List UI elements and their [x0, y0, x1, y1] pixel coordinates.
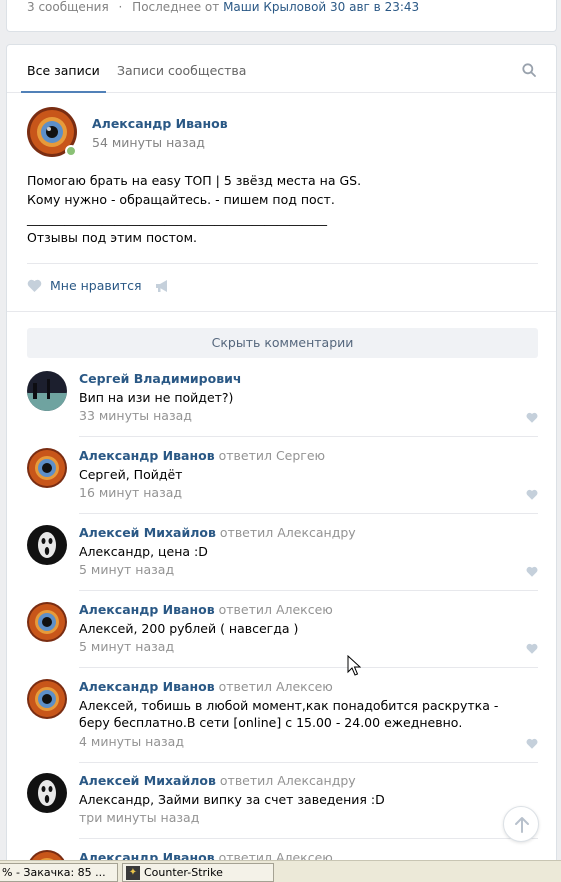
post-author-link[interactable]: Александр Иванов	[92, 116, 228, 131]
heart-icon[interactable]	[526, 489, 538, 500]
comment-header: Сергей Владимирович	[79, 371, 241, 386]
comment-text: Александр, Займи випку за счет заведения…	[79, 792, 385, 807]
comment-text: Алексей, тобишь в любой момент,как понад…	[79, 698, 499, 730]
wall-block: Все записи Записи сообщества Александр И…	[6, 44, 557, 874]
comment-avatar[interactable]	[27, 773, 67, 813]
reply-to-label[interactable]: ответил Сергею	[219, 448, 326, 463]
comment-author-link[interactable]: Сергей Владимирович	[79, 371, 241, 386]
comment-divider	[79, 590, 538, 591]
comment-divider	[79, 667, 538, 668]
comment-author-link[interactable]: Александр Иванов	[79, 679, 215, 694]
comment-author-link[interactable]: Александр Иванов	[79, 602, 215, 617]
comment-timestamp[interactable]: 5 минут назад	[79, 639, 174, 654]
comment-item: Александр Иванов ответил Алексею Алексей…	[27, 679, 538, 763]
comment-timestamp[interactable]: 5 минут назад	[79, 562, 174, 577]
comment-header: Алексей Михайлов ответил Александру	[79, 773, 356, 788]
comment-text: Алексей, 200 рублей ( навсегда )	[79, 621, 299, 636]
reply-to-label[interactable]: ответил Алексею	[219, 602, 333, 617]
heart-icon[interactable]	[526, 566, 538, 577]
os-taskbar: % - Закачка: 85 ... ✦ Counter-Strike	[0, 860, 561, 882]
reply-to-label[interactable]: ответил Алексею	[219, 679, 333, 694]
comment-divider	[79, 436, 538, 437]
taskbar-item-counter-strike[interactable]: ✦ Counter-Strike	[122, 863, 274, 882]
comments-section: Скрыть комментарии	[7, 311, 556, 358]
heart-icon[interactable]	[526, 412, 538, 423]
comment-item: Александр Иванов ответил Алексею Алексей…	[27, 602, 538, 668]
comment-header: Александр Иванов ответил Алексею	[79, 679, 333, 694]
arrow-up-icon	[515, 817, 529, 833]
comment-author-link[interactable]: Алексей Михайлов	[79, 773, 216, 788]
post-timestamp[interactable]: 54 минуты назад	[92, 135, 205, 150]
post-actions: Мне нравится	[27, 263, 538, 311]
comment-avatar[interactable]	[27, 679, 67, 719]
online-indicator	[65, 145, 77, 157]
megaphone-icon[interactable]	[155, 279, 171, 293]
comment-timestamp[interactable]: 4 минуты назад	[79, 734, 184, 749]
comment-text: Сергей, Пойдёт	[79, 467, 183, 482]
scream-mask-avatar-image	[27, 773, 67, 813]
comment-author-link[interactable]: Алексей Михайлов	[79, 525, 216, 540]
comment-divider	[79, 838, 538, 839]
comment-divider	[79, 762, 538, 763]
last-date-link[interactable]: 30 авг в 23:43	[330, 0, 419, 14]
comment-item: Сергей Владимирович Вип на изи не пойдет…	[27, 371, 538, 437]
eye-avatar-image	[27, 602, 67, 642]
like-label: Мне нравится	[50, 278, 142, 293]
heart-icon	[27, 279, 42, 292]
messages-count: 3 сообщения	[27, 0, 109, 14]
search-icon[interactable]	[522, 63, 536, 77]
reply-to-label[interactable]: ответил Александру	[220, 525, 356, 540]
discussion-summary-line: 3 сообщения · Последнее от Маши Крыловой…	[27, 0, 419, 14]
like-button[interactable]: Мне нравится	[27, 278, 142, 293]
comment-text: Вип на изи не пойдет?)	[79, 390, 234, 405]
comment-avatar[interactable]	[27, 448, 67, 488]
comment-timestamp[interactable]: три минуты назад	[79, 810, 199, 825]
landscape-avatar-image	[27, 371, 67, 411]
eye-avatar-image	[27, 679, 67, 719]
tab-community-posts[interactable]: Записи сообщества	[117, 63, 246, 78]
comment-avatar[interactable]	[27, 602, 67, 642]
heart-icon[interactable]	[526, 643, 538, 654]
comment-item: Александр Иванов ответил Сергею Сергей, …	[27, 448, 538, 514]
comment-header: Александр Иванов ответил Сергею	[79, 448, 325, 463]
mouse-cursor-icon	[347, 655, 361, 676]
comment-avatar[interactable]	[27, 525, 67, 565]
scroll-to-top-button[interactable]	[503, 806, 539, 842]
post-text: Помогаю брать на easy ТОП | 5 звёзд мест…	[27, 173, 362, 245]
comment-item: Алексей Михайлов ответил Александру Алек…	[27, 525, 538, 591]
comment-timestamp[interactable]: 16 минут назад	[79, 485, 182, 500]
comment-item: Алексей Михайлов ответил Александру Алек…	[27, 773, 538, 839]
comment-header: Алексей Михайлов ответил Александру	[79, 525, 356, 540]
heart-icon[interactable]	[526, 738, 538, 749]
hide-comments-button[interactable]: Скрыть комментарии	[27, 328, 538, 358]
eye-avatar-image	[27, 448, 67, 488]
last-author-link[interactable]: Маши Крыловой	[223, 0, 326, 14]
taskbar-item-label: Counter-Strike	[144, 866, 223, 879]
comment-divider	[79, 513, 538, 514]
wall-tabs: Все записи Записи сообщества	[7, 45, 556, 93]
comment-author-link[interactable]: Александр Иванов	[79, 448, 215, 463]
scream-mask-avatar-image	[27, 525, 67, 565]
separator-dot: ·	[118, 0, 123, 14]
comment-timestamp[interactable]: 33 минуты назад	[79, 408, 192, 423]
comment-header: Александр Иванов ответил Алексею	[79, 602, 333, 617]
comment-text: Александр, цена :D	[79, 544, 208, 559]
comment-avatar[interactable]	[27, 371, 67, 411]
last-from-label: Последнее от	[132, 0, 220, 14]
taskbar-item-download[interactable]: % - Закачка: 85 ...	[0, 863, 118, 882]
discussion-summary-card: 3 сообщения · Последнее от Маши Крыловой…	[6, 0, 557, 32]
tab-all-posts[interactable]: Все записи	[21, 63, 106, 93]
reply-to-label[interactable]: ответил Александру	[220, 773, 356, 788]
counter-strike-icon: ✦	[126, 865, 140, 880]
